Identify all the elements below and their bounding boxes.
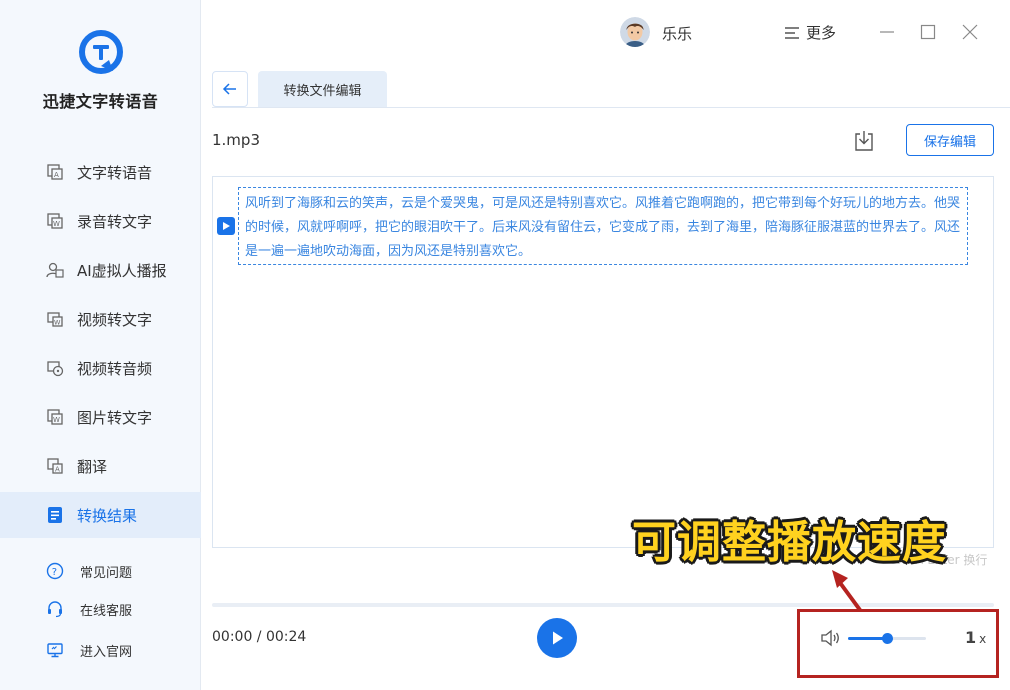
download-button[interactable] (852, 128, 876, 154)
recording-to-text-icon: W (45, 211, 65, 231)
close-icon (962, 24, 978, 40)
sidebar-footer-label: 常见问题 (80, 565, 133, 581)
ai-avatar-icon (45, 260, 65, 280)
sidebar-item-image-to-text[interactable]: W 图片转文字 (0, 394, 201, 440)
video-to-audio-icon (45, 358, 65, 378)
more-label: 更多 (806, 24, 837, 42)
sidebar-item-text-to-speech[interactable]: A 文字转语音 (0, 149, 201, 195)
annotation-caption: 可调整播放速度 (632, 517, 947, 568)
sidebar-item-label: 翻译 (77, 457, 108, 476)
translate-icon: A (45, 456, 65, 476)
tab-file-edit[interactable]: 转换文件编辑 (258, 71, 387, 108)
more-button[interactable]: 更多 (784, 22, 836, 43)
svg-text:W: W (53, 416, 60, 424)
app-logo (79, 30, 123, 74)
sidebar-item-ai-avatar[interactable]: AI虚拟人播报 (0, 247, 201, 293)
arrow-left-icon (222, 83, 236, 95)
sidebar-item-official-site[interactable]: 进入官网 (0, 635, 201, 665)
tab-divider (212, 107, 1010, 108)
save-edit-button[interactable]: 保存编辑 (906, 124, 994, 156)
svg-text:A: A (55, 466, 60, 474)
sidebar-item-label: 视频转音频 (77, 359, 153, 378)
maximize-button[interactable] (918, 22, 938, 42)
headset-icon (46, 600, 64, 618)
sidebar-item-label: 录音转文字 (77, 212, 153, 231)
sidebar-item-label: 图片转文字 (77, 408, 153, 427)
text-segment[interactable]: 风听到了海豚和云的笑声，云是个爱哭鬼，可是风还是特别喜欢它。风推着它跑啊跑的，把… (238, 187, 968, 265)
play-icon (223, 222, 230, 230)
title-bar: 乐乐 更多 (201, 0, 1010, 66)
sidebar-item-online-support[interactable]: 在线客服 (0, 594, 201, 624)
sidebar-item-label: 文字转语音 (77, 163, 153, 182)
sidebar-item-label: 转换结果 (77, 506, 138, 525)
minimize-icon (880, 31, 894, 33)
play-icon (553, 631, 563, 645)
sidebar-item-faq[interactable]: ? 常见问题 (0, 556, 201, 586)
svg-text:?: ? (52, 567, 57, 578)
segment-play-button[interactable] (217, 217, 235, 235)
close-button[interactable] (960, 22, 980, 42)
download-icon (855, 131, 873, 151)
sidebar-item-video-to-audio[interactable]: 视频转音频 (0, 345, 201, 391)
maximize-icon (920, 24, 936, 40)
monitor-icon (46, 641, 64, 659)
question-icon: ? (46, 562, 64, 580)
sidebar-item-results[interactable]: 转换结果 (0, 492, 201, 538)
play-button[interactable] (537, 618, 577, 658)
annotation-highlight-box (797, 609, 999, 678)
back-button[interactable] (212, 71, 248, 107)
sidebar-item-label: 视频转文字 (77, 310, 153, 329)
sidebar-item-recording-to-text[interactable]: W 录音转文字 (0, 198, 201, 244)
svg-text:W: W (53, 220, 60, 228)
playback-time: 00:00 / 00:24 (212, 629, 307, 645)
file-name: 1.mp3 (212, 131, 260, 149)
svg-text:A: A (54, 171, 59, 179)
menu-icon (784, 25, 800, 41)
annotation-arrow (832, 570, 862, 612)
text-to-speech-icon: A (45, 162, 65, 182)
app-name: 迅捷文字转语音 (42, 92, 159, 111)
svg-text:W: W (54, 319, 61, 327)
minimize-button[interactable] (877, 22, 897, 42)
results-icon (45, 505, 65, 525)
image-to-text-icon: W (45, 407, 65, 427)
username: 乐乐 (662, 25, 693, 43)
sidebar-footer-label: 在线客服 (80, 603, 133, 619)
sidebar-item-translate[interactable]: A 翻译 (0, 443, 201, 489)
sidebar: 迅捷文字转语音 A 文字转语音 W 录音转文字 AI虚拟人播报 W 视频转文字 … (0, 0, 201, 690)
video-to-text-icon: W (45, 309, 65, 329)
sidebar-item-video-to-text[interactable]: W 视频转文字 (0, 296, 201, 342)
avatar[interactable] (620, 17, 650, 47)
sidebar-item-label: AI虚拟人播报 (77, 261, 167, 280)
sidebar-footer-label: 进入官网 (80, 644, 133, 660)
